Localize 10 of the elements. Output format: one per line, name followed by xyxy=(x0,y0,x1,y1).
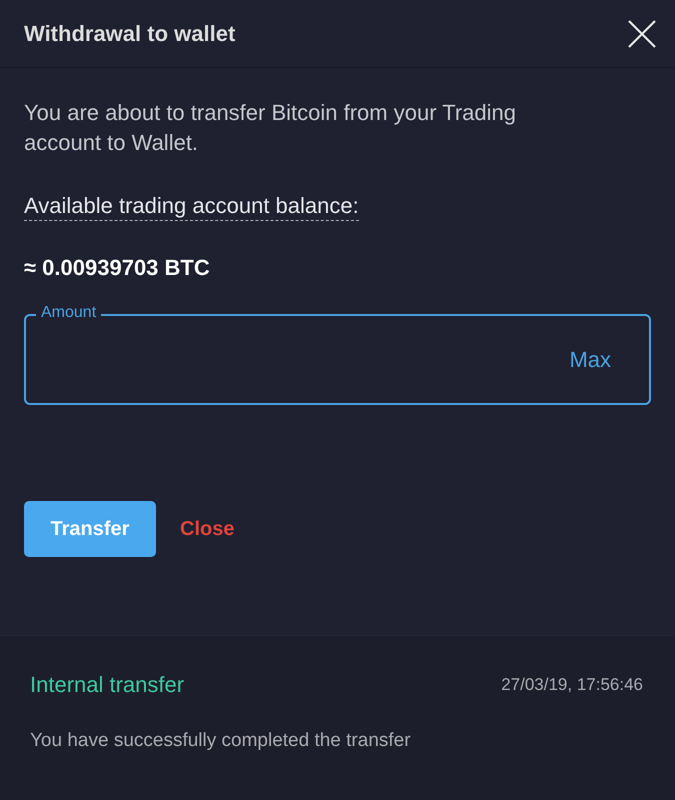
max-button[interactable]: Max xyxy=(569,343,611,376)
notification-time: 27/03/19, 17:56:46 xyxy=(501,674,643,696)
balance-value: ≈ 0.00939703 BTC xyxy=(24,254,210,282)
close-link[interactable]: Close xyxy=(180,514,234,544)
dialog-title: Withdrawal to wallet xyxy=(24,20,236,48)
balance-label: Available trading account balance: xyxy=(24,192,359,221)
amount-field[interactable]: Amount Max xyxy=(24,304,651,405)
dialog-message: You are about to transfer Bitcoin from your Trading account to Wallet. xyxy=(24,99,518,157)
notification-message: You have successfully completed the transfer xyxy=(30,729,412,753)
notification-title: Internal transfer xyxy=(30,671,184,699)
